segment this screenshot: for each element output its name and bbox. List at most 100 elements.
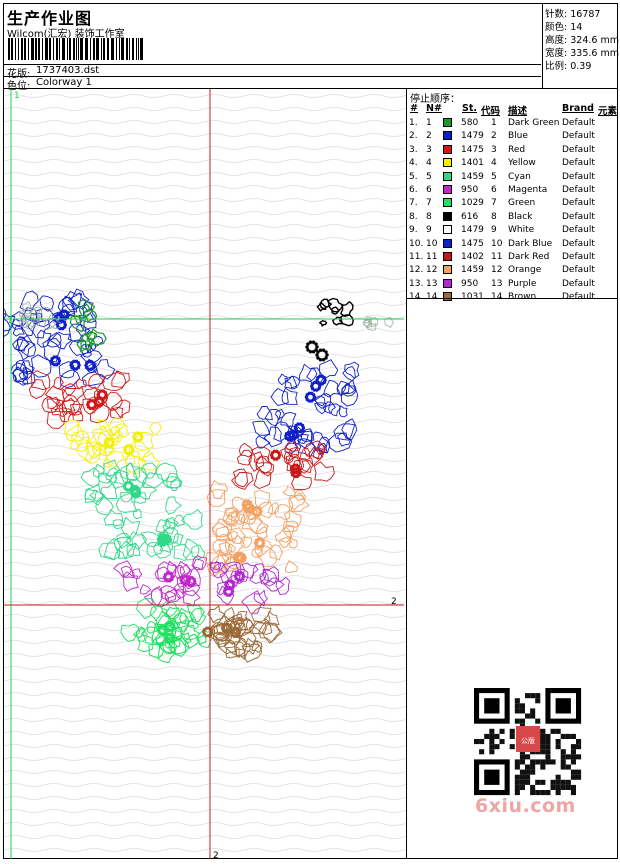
stitch-count: 针数: 16787: [545, 9, 601, 20]
col-header-number: N#: [426, 103, 442, 114]
row-number: 2: [426, 131, 432, 142]
design-preview: 1 1 2 2: [0, 89, 406, 861]
row-description: White: [508, 225, 535, 236]
color-swatch: [443, 278, 452, 288]
row-index: 9.: [409, 225, 418, 236]
row-code: 9: [491, 225, 497, 236]
color-swatch: [443, 171, 452, 181]
col-header-description: 描述: [508, 106, 528, 117]
row-code: 13: [491, 278, 503, 289]
row-stitches: 1459: [461, 265, 484, 276]
color-swatch: [443, 238, 452, 248]
marker-left: 1: [7, 316, 13, 326]
row-description: Magenta: [508, 185, 548, 195]
col-header-code: 代码: [481, 106, 501, 117]
row-index: 11.: [409, 252, 424, 262]
row-index: 3.: [409, 144, 418, 155]
row-description: Dark Blue: [508, 238, 553, 249]
row-index: 1.: [409, 118, 418, 128]
row-stitches: 1479: [461, 131, 484, 142]
row-code: 8: [491, 211, 497, 222]
row-code: 6: [491, 185, 497, 195]
color-swatch: [443, 211, 452, 221]
row-code: 12: [491, 265, 503, 276]
production-sheet: 生产作业图 Wilcom(汇宏) 装饰工作室 花版: 1737403.dst 色…: [0, 3, 619, 861]
color-swatch: [443, 292, 452, 302]
header-info: 生产作业图 Wilcom(汇宏) 装饰工作室 花版: 1737403.dst 色…: [4, 4, 541, 92]
row-number: 1: [426, 118, 432, 128]
row-number: 4: [426, 158, 432, 169]
row-stitches: 1402: [461, 252, 484, 262]
row-number: 9: [426, 225, 432, 236]
row-code: 2: [491, 131, 497, 142]
list-item: 6. 6 950 6 Magenta Default: [407, 184, 618, 197]
color-swatch: [443, 131, 452, 141]
row-number: 3: [426, 144, 432, 155]
watermark: 6xiu.com: [475, 795, 576, 817]
divider: [407, 298, 618, 299]
color-swatch: [443, 144, 452, 154]
list-item: 12. 12 1459 12 Orange Default: [407, 264, 618, 277]
row-code: 10: [491, 238, 503, 249]
row-code: 4: [491, 158, 497, 169]
row-stitches: 950: [461, 185, 479, 195]
color-swatch: [443, 158, 452, 168]
row-number: 7: [426, 198, 432, 209]
color-swatch: [443, 185, 452, 194]
row-index: 5.: [409, 171, 418, 182]
row-code: 11: [491, 252, 503, 262]
row-brand: Default: [562, 158, 595, 169]
row-index: 13.: [409, 278, 424, 289]
design-stats: 针数: 16787 颜色: 14 高度: 324.6 mm 宽度: 335.6 …: [542, 4, 619, 88]
row-brand: Default: [562, 198, 595, 209]
list-item: 13. 13 950 13 Purple Default: [407, 278, 618, 291]
row-stitches: 1479: [461, 225, 484, 236]
row-brand: Default: [562, 131, 595, 142]
row-code: 1: [491, 118, 497, 128]
row-index: 6.: [409, 185, 418, 195]
colorway-value: Colorway 1: [36, 77, 92, 88]
row-brand: Default: [562, 171, 595, 182]
color-swatch: [443, 198, 452, 208]
row-number: 5: [426, 171, 432, 182]
row-code: 3: [491, 144, 497, 155]
marker-top-left: 1: [14, 91, 20, 101]
col-header-element: 元素: [598, 106, 618, 117]
row-number: 6: [426, 185, 432, 195]
row-stitches: 580: [461, 118, 479, 128]
row-brand: Default: [562, 144, 595, 155]
list-item: 1. 1 580 1 Dark Green Default: [407, 117, 618, 130]
row-description: Orange: [508, 265, 542, 276]
row-code: 5: [491, 171, 497, 182]
color-swatch: [443, 118, 452, 127]
row-description: Red: [508, 144, 526, 155]
row-stitches: 616: [461, 211, 479, 222]
list-item: 8. 8 616 8 Black Default: [407, 211, 618, 224]
row-brand: Default: [562, 238, 595, 249]
row-index: 4.: [409, 158, 418, 169]
list-item: 10. 10 1475 10 Dark Blue Default: [407, 238, 618, 251]
row-stitches: 1475: [461, 144, 484, 155]
design-scale: 比例: 0.39: [545, 61, 592, 72]
row-brand: Default: [562, 252, 595, 262]
color-swatch: [443, 225, 452, 235]
row-description: Black: [508, 211, 533, 222]
list-item: 5. 5 1459 5 Cyan Default: [407, 171, 618, 184]
row-description: Yellow: [508, 158, 536, 169]
color-swatch: [443, 252, 452, 261]
list-item: 4. 4 1401 4 Yellow Default: [407, 157, 618, 170]
col-header-stitches: St.: [462, 103, 477, 114]
row-stitches: 1459: [461, 171, 484, 182]
row-brand: Default: [562, 211, 595, 222]
row-brand: Default: [562, 118, 595, 128]
row-index: 12.: [409, 265, 424, 276]
color-swatch: [443, 265, 452, 275]
row-brand: Default: [562, 185, 595, 195]
row-stitches: 1029: [461, 198, 484, 209]
row-number: 11: [426, 252, 438, 262]
list-item: 2. 2 1479 2 Blue Default: [407, 130, 618, 143]
color-count: 颜色: 14: [545, 22, 583, 33]
fabric-background: [4, 89, 406, 859]
row-index: 10.: [409, 238, 424, 249]
embroidery-preview: 1 1 2 2: [0, 89, 406, 861]
